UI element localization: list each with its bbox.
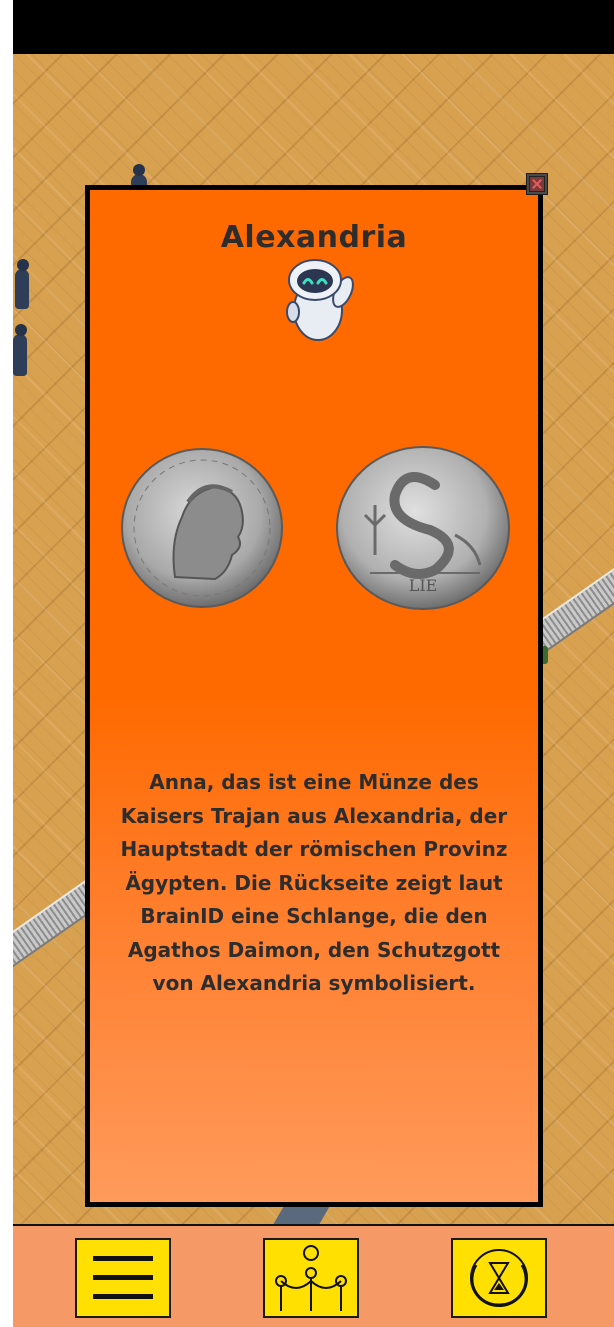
museum-rope-barrier-icon: [275, 1245, 347, 1311]
close-button[interactable]: [526, 173, 548, 195]
close-icon: [529, 176, 545, 192]
robot-mascot: [286, 259, 354, 341]
coin-reverse-image: LIE: [336, 446, 510, 610]
hourglass-compass-icon: [470, 1249, 528, 1307]
bottom-toolbar: [13, 1224, 614, 1327]
timer-button[interactable]: [451, 1238, 547, 1318]
info-dialog: Alexandria LIE Anna, das ist eine Münze …: [85, 185, 543, 1207]
coin-obverse-image: [121, 448, 283, 608]
coin-inscription: LIE: [409, 576, 438, 595]
screen: Alexandria LIE Anna, das ist eine Münze …: [0, 0, 614, 1327]
top-black-bar: [13, 0, 614, 54]
dialog-description: Anna, das ist eine Münze des Kaisers Tra…: [120, 770, 508, 995]
hamburger-menu-icon: [93, 1256, 153, 1299]
visitor-figure: [15, 259, 29, 309]
exhibit-button[interactable]: [263, 1238, 359, 1318]
menu-button[interactable]: [75, 1238, 171, 1318]
visitor-figure: [13, 324, 27, 376]
